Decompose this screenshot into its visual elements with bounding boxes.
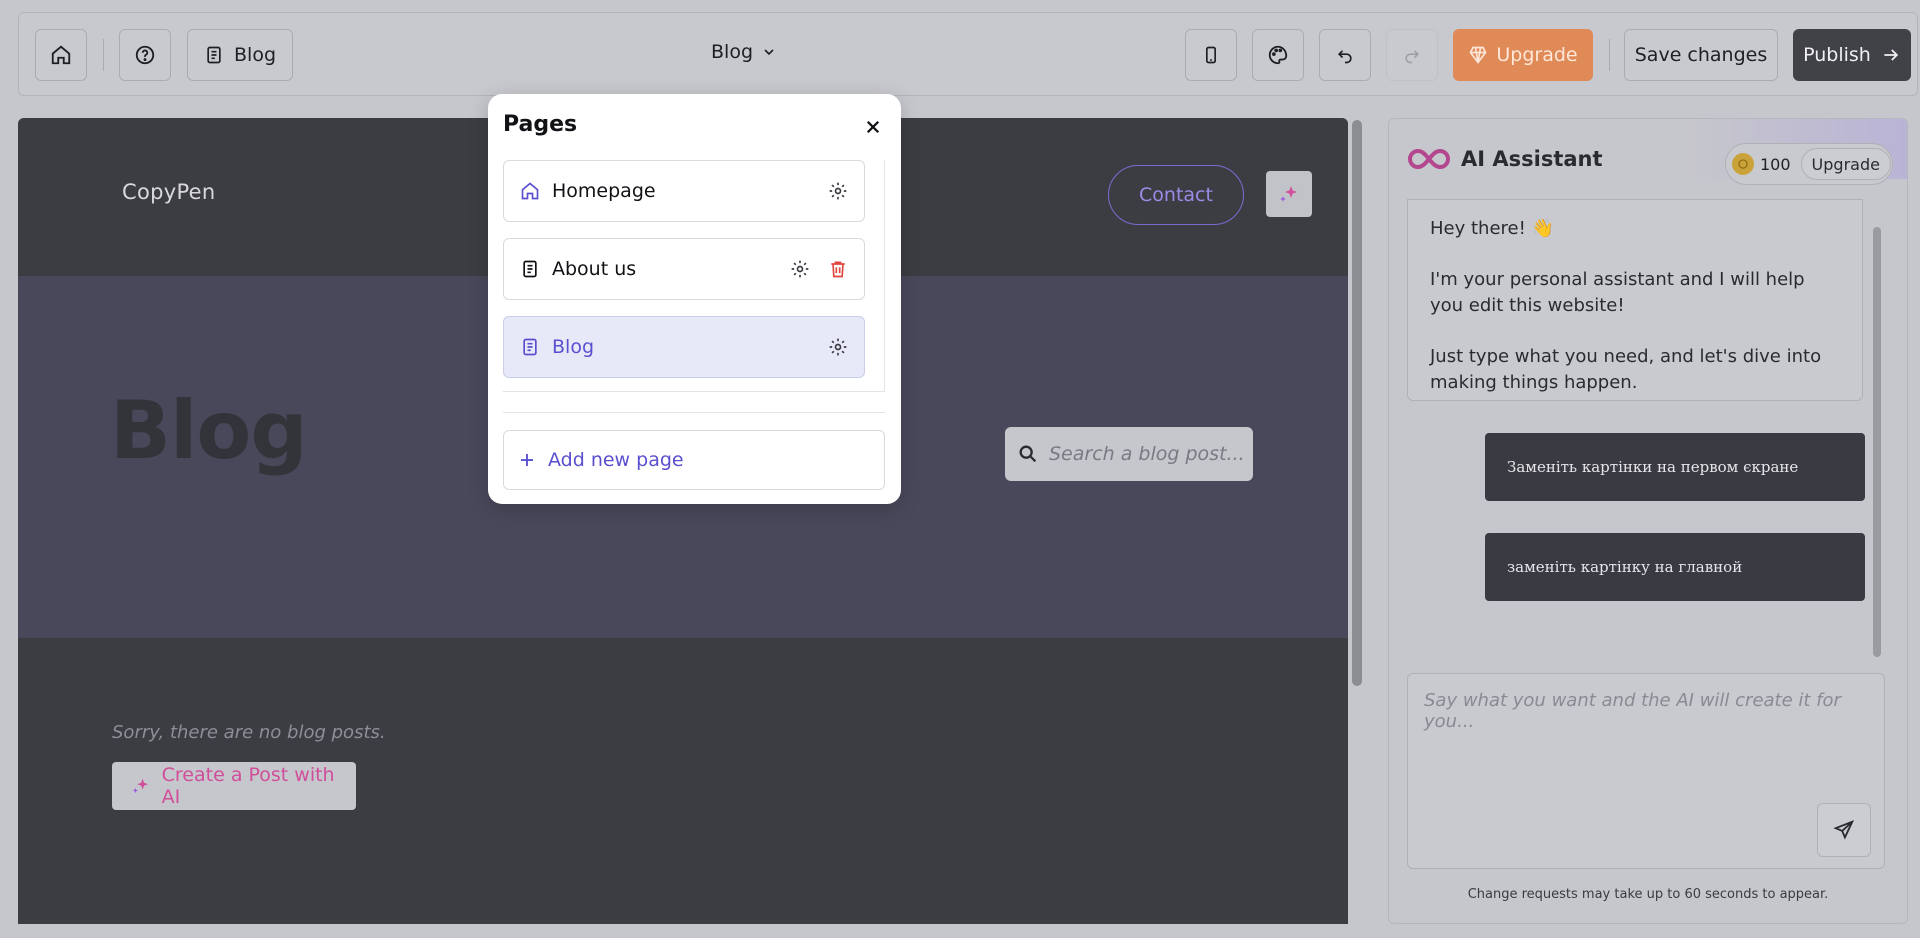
diamond-icon xyxy=(1469,46,1487,64)
assistant-message: Hey there! 👋 I'm your personal assistant… xyxy=(1407,199,1863,401)
no-posts-message: Sorry, there are no blog posts. xyxy=(112,722,386,743)
chat-scrollbar[interactable] xyxy=(1873,227,1881,657)
chevron-down-icon xyxy=(764,49,774,56)
credits-upgrade-button[interactable]: Upgrade xyxy=(1800,148,1891,180)
smartphone-icon xyxy=(1206,46,1216,64)
page-item-actions xyxy=(790,239,848,299)
upgrade-button[interactable]: Upgrade xyxy=(1453,29,1593,81)
sparkles-icon xyxy=(1280,186,1297,202)
sparkles-icon xyxy=(132,778,149,794)
page-item-actions xyxy=(828,317,848,377)
gear-icon[interactable] xyxy=(828,337,848,357)
coin-icon xyxy=(1732,153,1754,175)
send-button[interactable] xyxy=(1817,803,1871,857)
contact-button[interactable]: Contact xyxy=(1108,165,1244,225)
document-icon xyxy=(523,260,537,278)
close-icon xyxy=(866,120,880,134)
help-button[interactable] xyxy=(119,29,171,81)
ai-disclaimer: Change requests may take up to 60 second… xyxy=(1467,887,1829,902)
create-post-button[interactable]: Create a Post with AI xyxy=(112,762,356,810)
arrow-right-icon xyxy=(1884,49,1898,61)
ai-assistant-header: AI Assistant xyxy=(1407,147,1603,171)
ai-prompt-input[interactable]: Say what you want and the AI will create… xyxy=(1407,673,1885,869)
page-selector-dropdown[interactable]: Blog xyxy=(711,41,777,63)
page-item-homepage[interactable]: Homepage xyxy=(503,160,865,222)
chat-history: Hey there! 👋 I'm your personal assistant… xyxy=(1407,199,1881,655)
user-message: Заменіть картінки на первом єкране xyxy=(1485,433,1865,501)
user-message: заменіть картінку на главной xyxy=(1485,533,1865,601)
gear-icon[interactable] xyxy=(828,181,848,201)
pages-modal: Pages Homepage About us Blog Add new pag… xyxy=(488,94,901,504)
preview-scrollbar-thumb[interactable] xyxy=(1352,120,1362,686)
publish-button[interactable]: Publish xyxy=(1793,29,1911,81)
pages-button[interactable]: Blog xyxy=(187,29,293,81)
page-item-label: Blog xyxy=(552,336,594,358)
document-icon xyxy=(207,46,221,64)
undo-button[interactable] xyxy=(1319,29,1371,81)
close-button[interactable] xyxy=(860,114,886,140)
search-icon xyxy=(1019,445,1037,463)
trash-icon[interactable] xyxy=(828,259,848,279)
ai-assistant-title: AI Assistant xyxy=(1461,147,1603,171)
page-item-blog[interactable]: Blog xyxy=(503,316,865,378)
assistant-greeting: Hey there! 👋 xyxy=(1430,218,1554,239)
toolbar-divider xyxy=(103,39,104,71)
infinity-logo-icon xyxy=(1408,148,1450,170)
palette-icon xyxy=(1268,45,1288,65)
page-item-about-us[interactable]: About us xyxy=(503,238,865,300)
send-icon xyxy=(1833,820,1855,840)
add-new-page-button[interactable]: Add new page xyxy=(503,430,885,490)
assistant-intro: I'm your personal assistant and I will h… xyxy=(1430,269,1805,316)
add-new-page-label: Add new page xyxy=(548,449,684,471)
mobile-view-button[interactable] xyxy=(1185,29,1237,81)
hero-title: Blog xyxy=(110,384,308,477)
gear-icon[interactable] xyxy=(790,259,810,279)
site-logo[interactable]: CopyPen xyxy=(122,180,216,204)
pages-button-label: Blog xyxy=(234,44,276,66)
credits-count: 100 xyxy=(1760,154,1791,174)
create-post-label: Create a Post with AI xyxy=(161,764,335,808)
page-item-label: About us xyxy=(552,258,637,280)
home-icon xyxy=(521,182,539,200)
home-button[interactable] xyxy=(35,29,87,81)
undo-icon xyxy=(1337,50,1352,64)
save-changes-button[interactable]: Save changes xyxy=(1624,29,1778,81)
page-item-actions xyxy=(828,161,848,221)
ai-prompt-placeholder: Say what you want and the AI will create… xyxy=(1424,690,1841,732)
document-icon xyxy=(523,338,537,356)
ai-assistant-panel: AI Assistant 100 Upgrade Hey there! 👋 I'… xyxy=(1388,118,1908,924)
blog-content: Sorry, there are no blog posts. Create a… xyxy=(18,638,1348,924)
top-toolbar: Blog Blog Upgrade Save changes Publish xyxy=(18,12,1918,96)
pages-list: Homepage About us Blog xyxy=(503,160,885,392)
home-icon xyxy=(51,45,71,65)
help-circle-icon xyxy=(135,45,155,65)
page-item-label: Homepage xyxy=(552,180,656,202)
page-selector-label: Blog xyxy=(711,41,753,63)
modal-title: Pages xyxy=(503,112,578,137)
upgrade-label: Upgrade xyxy=(1496,44,1578,66)
publish-label: Publish xyxy=(1803,44,1871,66)
redo-button[interactable] xyxy=(1386,29,1438,81)
redo-icon xyxy=(1405,50,1420,64)
plus-icon xyxy=(521,454,533,466)
ai-edit-button[interactable] xyxy=(1266,171,1312,217)
credits-widget: 100 Upgrade xyxy=(1725,143,1893,185)
toolbar-divider xyxy=(1609,39,1610,71)
search-placeholder: Search a blog post... xyxy=(1049,443,1245,465)
modal-divider xyxy=(503,412,885,413)
blog-search-input[interactable]: Search a blog post... xyxy=(1005,427,1253,481)
theme-button[interactable] xyxy=(1252,29,1304,81)
assistant-prompt: Just type what you need, and let's dive … xyxy=(1430,346,1822,393)
